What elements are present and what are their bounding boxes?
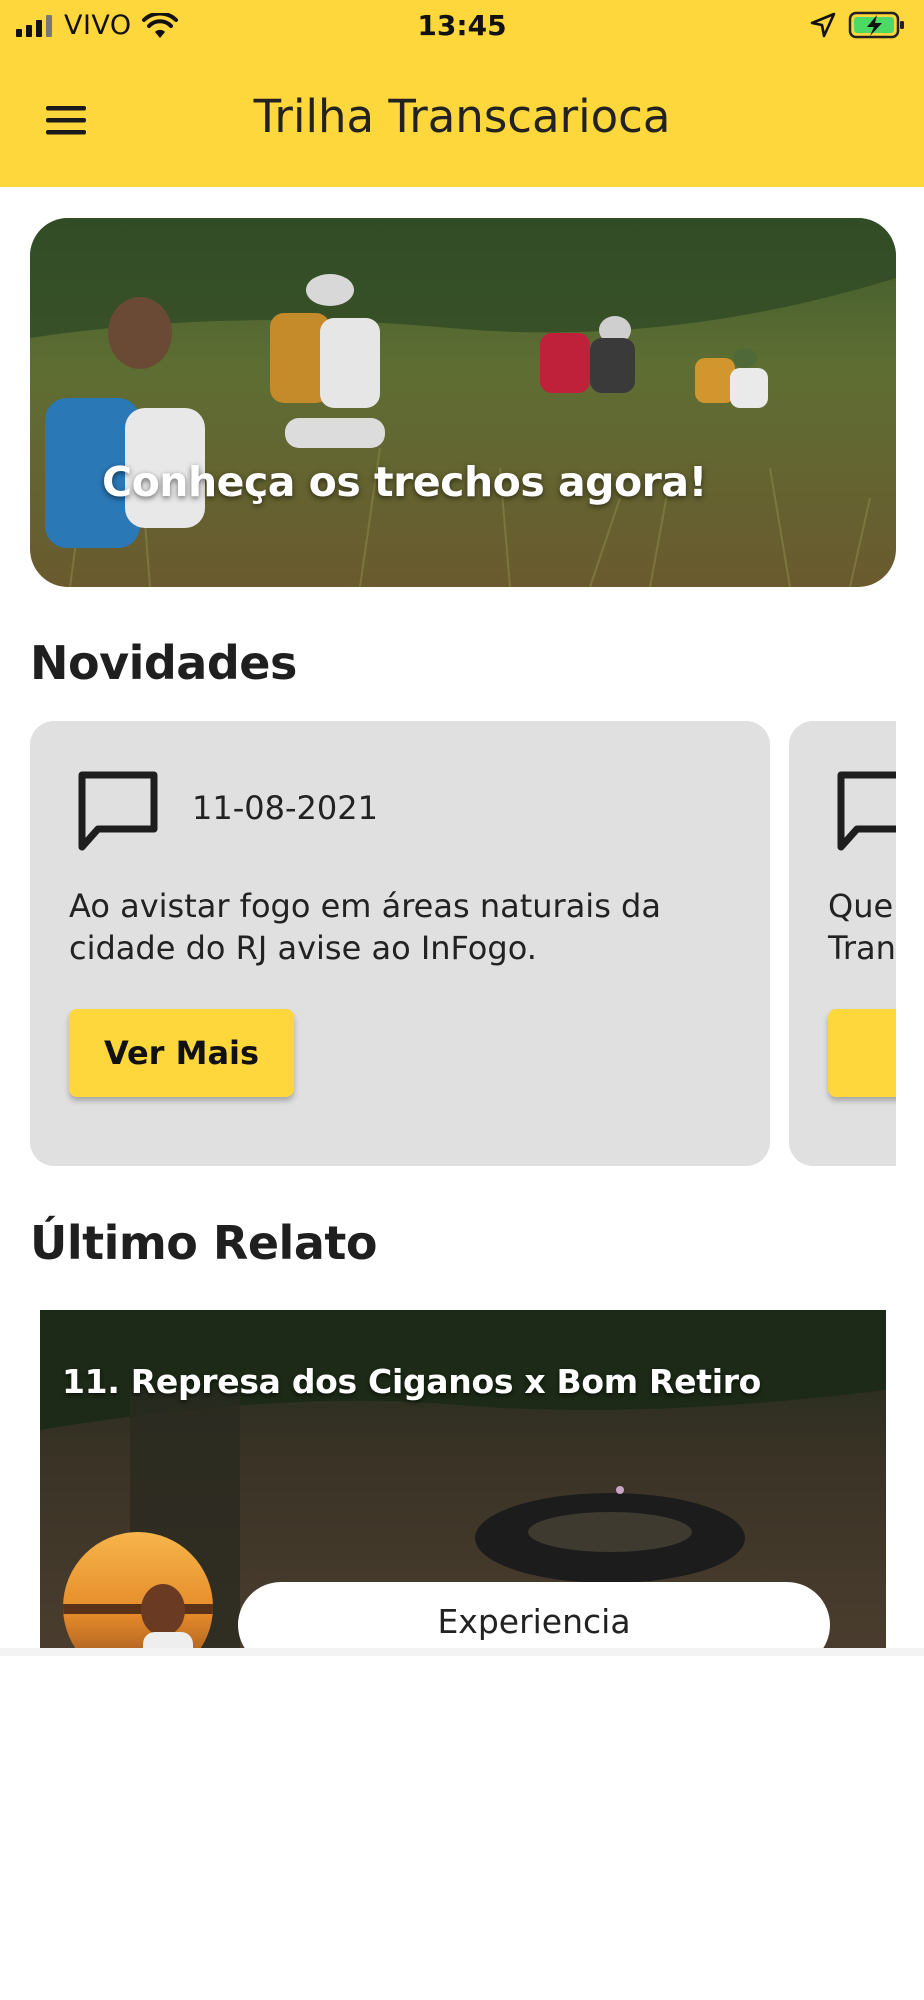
divider	[0, 1648, 924, 1656]
news-date: 11-08-2021	[192, 789, 378, 827]
battery-charging-icon	[848, 11, 904, 39]
news-text-line: Que	[828, 887, 894, 925]
latest-report-card[interactable]: 11. Represa dos Ciganos x Bom Retiro Exp…	[40, 1310, 886, 1648]
location-arrow-icon	[810, 12, 836, 38]
report-category-tag[interactable]: Experiencia	[238, 1582, 830, 1648]
latest-report-section-title: Último Relato	[30, 1216, 377, 1270]
news-text: Ao avistar fogo em áreas naturais da cid…	[69, 887, 661, 967]
hero-caption: Conheça os trechos agora!	[102, 458, 707, 506]
news-carousel[interactable]: 11-08-2021 Ao avistar fogo em áreas natu…	[0, 721, 896, 1167]
app-header: VIVO 13:45 Trilha Transcarioca	[0, 0, 924, 187]
news-text: Que Tran	[828, 885, 896, 969]
news-card[interactable]: Que Tran Ve	[789, 721, 896, 1166]
status-time: 13:45	[417, 9, 507, 42]
status-right	[810, 10, 906, 40]
see-more-button[interactable]: Ve	[828, 1009, 896, 1097]
see-more-button[interactable]: Ver Mais	[69, 1009, 294, 1097]
chat-bubble-icon	[78, 771, 158, 851]
report-title: 11. Represa dos Ciganos x Bom Retiro	[62, 1362, 762, 1401]
page-title: Trilha Transcarioca	[253, 90, 671, 143]
hikers-photo	[30, 218, 896, 587]
news-text-line: Tran	[828, 929, 896, 967]
news-section-title: Novidades	[30, 636, 297, 690]
status-bar: VIVO 13:45	[0, 0, 924, 52]
news-card[interactable]: 11-08-2021 Ao avistar fogo em áreas natu…	[30, 721, 770, 1166]
chat-bubble-icon	[837, 771, 896, 851]
hero-banner[interactable]: Conheça os trechos agora!	[30, 218, 896, 587]
